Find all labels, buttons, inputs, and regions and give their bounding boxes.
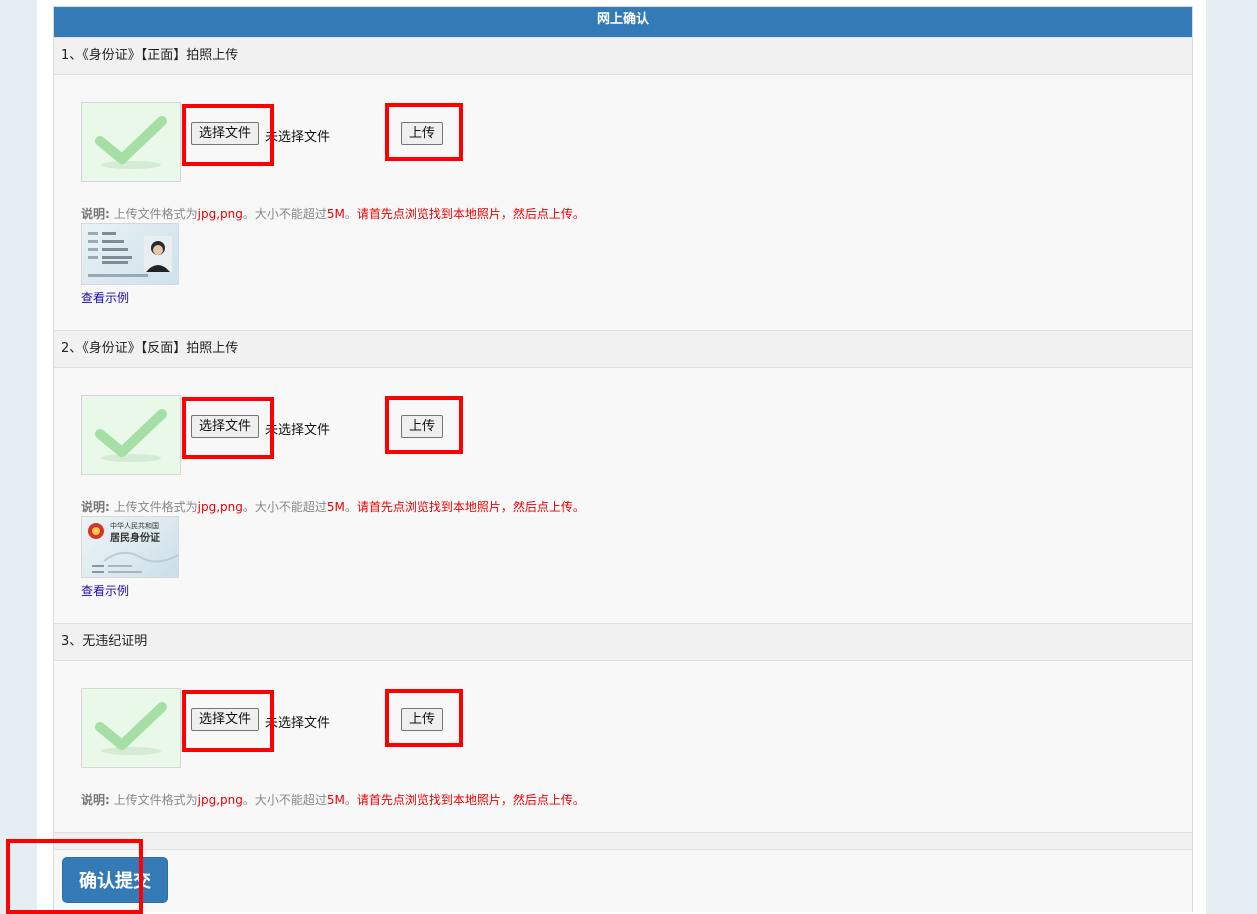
checkmark-icon — [95, 409, 167, 462]
upload-note: 说明: 上传文件格式为jpg,png。大小不能超过5M。请首先点浏览找到本地照片… — [81, 500, 585, 514]
id-card-back-illustration: 中华人民共和国 居民身份证 — [88, 521, 178, 573]
section-body: 选择文件 未选择文件 上传 说明: 上传文件格式为jpg,png。大小不能超过5… — [54, 661, 1192, 832]
section-body: 选择文件 未选择文件 上传 说明: 上传文件格式为jpg,png。大小不能超过5… — [54, 75, 1192, 330]
section-title: 1、《身份证》【正面】拍照上传 — [54, 37, 1192, 75]
no-file-label: 未选择文件 — [265, 423, 331, 438]
highlight-choose-file — [182, 104, 274, 166]
checkmark-icon — [95, 116, 167, 169]
highlight-upload — [385, 689, 463, 747]
upload-preview — [81, 688, 181, 768]
form-footer: 确认提交 — [54, 850, 1192, 912]
footer-divider — [54, 832, 1192, 850]
upload-preview — [81, 395, 181, 475]
id-front-sample-image — [81, 223, 179, 285]
card-title: 居民身份证 — [110, 531, 160, 544]
section-body: 选择文件 未选择文件 上传 说明: 上传文件格式为jpg,png。大小不能超过5… — [54, 368, 1192, 623]
upload-note: 说明: 上传文件格式为jpg,png。大小不能超过5M。请首先点浏览找到本地照片… — [81, 207, 585, 221]
highlight-submit — [6, 839, 143, 914]
card-country: 中华人民共和国 — [110, 521, 159, 530]
section-title: 3、无违纪证明 — [54, 623, 1192, 661]
panel-title: 网上确认 — [54, 7, 1192, 37]
upload-note: 说明: 上传文件格式为jpg,png。大小不能超过5M。请首先点浏览找到本地照片… — [81, 793, 585, 807]
checkmark-icon — [95, 702, 167, 755]
view-example-link[interactable]: 查看示例 — [81, 289, 129, 306]
highlight-upload — [385, 103, 463, 161]
no-file-label: 未选择文件 — [265, 716, 331, 731]
highlight-upload — [385, 396, 463, 454]
section-no-violation: 3、无违纪证明 选择文件 未选择文件 上传 说明: 上传文件格式为jpg,png… — [54, 623, 1192, 832]
section-title: 2、《身份证》【反面】拍照上传 — [54, 330, 1192, 368]
upload-preview — [81, 102, 181, 182]
page-container: 网上确认 1、《身份证》【正面】拍照上传 选择文件 未选择文件 上传 说明: 上… — [37, 0, 1206, 914]
section-id-back: 2、《身份证》【反面】拍照上传 选择文件 未选择文件 上传 说明: 上传文件格式… — [54, 330, 1192, 623]
id-back-sample-image: 中华人民共和国 居民身份证 — [81, 516, 179, 578]
section-id-front: 1、《身份证》【正面】拍照上传 选择文件 未选择文件 上传 说明: 上传文件格式… — [54, 37, 1192, 330]
highlight-choose-file — [182, 690, 274, 752]
view-example-link[interactable]: 查看示例 — [81, 582, 129, 599]
id-card-front-illustration — [88, 232, 172, 277]
confirm-panel: 网上确认 1、《身份证》【正面】拍照上传 选择文件 未选择文件 上传 说明: 上… — [53, 6, 1193, 912]
no-file-label: 未选择文件 — [265, 130, 331, 145]
highlight-choose-file — [182, 397, 274, 459]
